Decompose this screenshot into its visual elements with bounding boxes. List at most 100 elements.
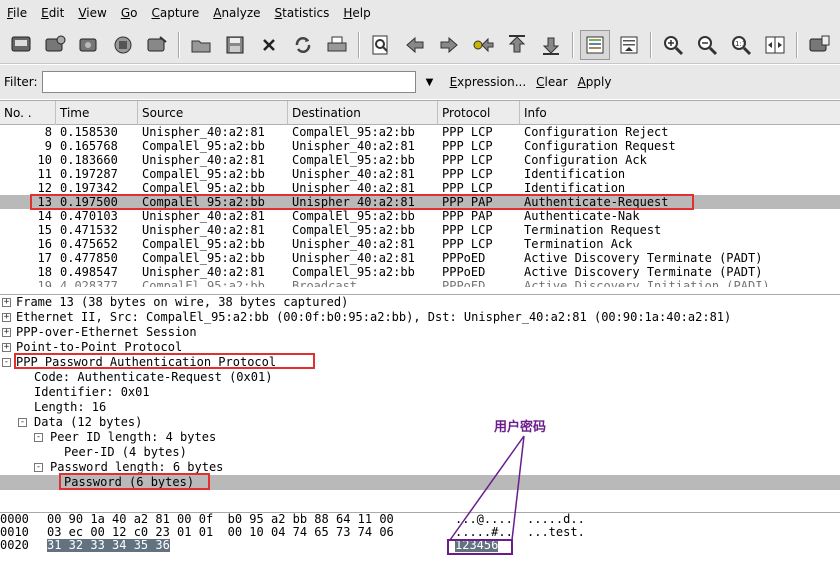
expression-button[interactable]: Expression... <box>450 75 527 89</box>
resize-columns-icon[interactable] <box>760 30 790 60</box>
packet-cell-info: Termination Request <box>524 223 662 237</box>
capture-options-icon[interactable] <box>40 30 70 60</box>
packet-cell-time: 0.470103 <box>60 209 118 223</box>
column-header-source[interactable]: Source <box>138 101 288 125</box>
find-icon[interactable] <box>366 30 396 60</box>
restart-capture-icon[interactable] <box>142 30 172 60</box>
packet-cell-src: Unispher_40:a2:81 <box>142 265 265 279</box>
packet-cell-no: 9 <box>44 139 52 153</box>
save-icon[interactable] <box>220 30 250 60</box>
packet-row[interactable]: 15 0.471532 Unispher_40:a2:81 CompalEl_95:a… <box>0 223 840 237</box>
open-icon[interactable] <box>186 30 216 60</box>
packet-row[interactable]: 11 0.197287 CompalEl_95:a2:bb Unispher_40:a… <box>0 167 840 181</box>
collapse-icon[interactable]: - <box>18 418 27 427</box>
detail-tree-row[interactable]: Peer-ID (4 bytes) <box>0 445 840 460</box>
detail-tree-row[interactable]: + Frame 13 (38 bytes on wire, 38 bytes ca… <box>0 295 840 310</box>
packet-cell-dst: Unispher_40:a2:81 <box>292 251 415 265</box>
back-icon[interactable] <box>400 30 430 60</box>
packet-cell-proto: PPP LCP <box>442 139 493 153</box>
packet-row[interactable]: 12 0.197342 CompalEl_95:a2:bb Unispher_40:a… <box>0 181 840 195</box>
packet-list-body: 8 0.158530 Unispher_40:a2:81 CompalEl_95:a2… <box>0 125 840 287</box>
detail-tree-row[interactable]: - Password length: 6 bytes <box>0 460 840 475</box>
expand-icon[interactable]: + <box>2 343 11 352</box>
packet-row[interactable]: 13 0.197500 CompalEl_95:a2:bb Unispher_40:a… <box>0 195 840 209</box>
hex-dump-row: 0020 31 32 33 34 35 36 123456 <box>0 539 840 552</box>
detail-tree-label: Identifier: 0x01 <box>34 385 150 399</box>
packet-row[interactable]: 8 0.158530 Unispher_40:a2:81 CompalEl_95:a2… <box>0 125 840 139</box>
packet-cell-no: 17 <box>37 251 52 265</box>
collapse-icon[interactable]: - <box>2 358 11 367</box>
packet-row[interactable]: 10 0.183660 Unispher_40:a2:81 CompalEl_95:a… <box>0 153 840 167</box>
packet-list[interactable]: No. . Time Source Destination Protocol I… <box>0 100 840 288</box>
menu-statistics[interactable]: Statistics <box>268 0 337 26</box>
colorize-icon[interactable] <box>580 29 610 60</box>
packet-details-tree[interactable]: + Frame 13 (38 bytes on wire, 38 bytes ca… <box>0 294 840 510</box>
filter-dropdown-icon[interactable]: ▼ <box>426 77 436 88</box>
detail-tree-row[interactable]: - Data (12 bytes) <box>0 415 840 430</box>
packet-row[interactable]: 19 4.028377 CompalEl_95:a2:bb Broadcast PPPo… <box>0 279 840 287</box>
collapse-icon[interactable]: - <box>34 433 43 442</box>
column-header-destination[interactable]: Destination <box>288 101 438 125</box>
packet-row[interactable]: 17 0.477850 CompalEl_95:a2:bb Unispher_40:a… <box>0 251 840 265</box>
menu-edit[interactable]: Edit <box>34 0 71 26</box>
menu-help[interactable]: Help <box>336 0 377 26</box>
expand-icon[interactable]: + <box>2 313 11 322</box>
expand-icon[interactable]: + <box>2 298 11 307</box>
column-header-protocol[interactable]: Protocol <box>438 101 520 125</box>
detail-tree-row[interactable]: Code: Authenticate-Request (0x01) <box>0 370 840 385</box>
go-last-icon[interactable] <box>536 30 566 60</box>
menu-file[interactable]: File <box>0 0 34 26</box>
go-to-icon[interactable] <box>468 30 498 60</box>
detail-tree-row[interactable]: Identifier: 0x01 <box>0 385 840 400</box>
forward-icon[interactable] <box>434 30 464 60</box>
autoscroll-icon[interactable] <box>614 30 644 60</box>
packet-cell-src: CompalEl_95:a2:bb <box>142 167 265 181</box>
packet-cell-time: 4.028377 <box>60 279 118 287</box>
toolbar-separator <box>650 31 652 58</box>
column-header-time[interactable]: Time <box>56 101 138 125</box>
detail-tree-row[interactable]: - PPP Password Authentication Protocol <box>0 355 840 370</box>
print-icon[interactable] <box>322 30 352 60</box>
apply-button[interactable]: Apply <box>578 75 612 89</box>
toolbar-separator <box>358 31 360 58</box>
reload-icon[interactable] <box>288 30 318 60</box>
detail-tree-row[interactable]: + PPP-over-Ethernet Session <box>0 325 840 340</box>
stop-capture-icon[interactable] <box>108 30 138 60</box>
detail-tree-label: Peer ID length: 4 bytes <box>50 430 217 444</box>
detail-tree-row[interactable]: + Ethernet II, Src: CompalEl_95:a2:bb (00… <box>0 310 840 325</box>
detail-tree-row[interactable]: Length: 16 <box>0 400 840 415</box>
menu-analyze[interactable]: Analyze <box>206 0 267 26</box>
go-first-icon[interactable] <box>502 30 532 60</box>
packet-row[interactable]: 14 0.470103 Unispher_40:a2:81 CompalEl_95:a… <box>0 209 840 223</box>
close-icon[interactable] <box>254 30 284 60</box>
detail-tree-label: Point-to-Point Protocol <box>16 340 183 354</box>
column-header-info[interactable]: Info <box>520 101 840 125</box>
expand-icon[interactable]: + <box>2 328 11 337</box>
interfaces-icon[interactable] <box>6 30 36 60</box>
packet-cell-info: Active Discovery Terminate (PADT) <box>524 265 763 279</box>
packet-cell-info: Active Discovery Terminate (PADT) <box>524 251 763 265</box>
packet-cell-dst: CompalEl_95:a2:bb <box>292 265 415 279</box>
capture-filters-icon[interactable] <box>804 30 834 60</box>
filter-input[interactable] <box>41 71 416 93</box>
detail-tree-row[interactable]: - Peer ID length: 4 bytes <box>0 430 840 445</box>
menu-go[interactable]: Go <box>114 0 145 26</box>
packet-row[interactable]: 18 0.498547 Unispher_40:a2:81 CompalEl_95:a… <box>0 265 840 279</box>
zoom-out-icon[interactable] <box>692 30 722 60</box>
menu-view[interactable]: View <box>71 0 113 26</box>
detail-tree-row[interactable]: Password (6 bytes) <box>0 475 840 490</box>
zoom-in-icon[interactable] <box>658 30 688 60</box>
menu-capture[interactable]: Capture <box>144 0 206 26</box>
packet-row[interactable]: 9 0.165768 CompalEl_95:a2:bb Unispher_40:a2… <box>0 139 840 153</box>
packet-bytes-pane[interactable]: 0000 00 90 1a 40 a2 81 00 0f b0 95 a2 bb … <box>0 512 840 565</box>
column-header-no[interactable]: No. . <box>0 101 56 125</box>
annotation-label: 用户密码 <box>494 420 547 435</box>
start-capture-icon[interactable] <box>74 30 104 60</box>
packet-cell-dst: Unispher_40:a2:81 <box>292 167 415 181</box>
packet-row[interactable]: 16 0.475652 CompalEl_95:a2:bb Unispher_40:a… <box>0 237 840 251</box>
zoom-normal-icon[interactable]: 1:1 <box>726 30 756 60</box>
clear-button[interactable]: Clear <box>536 75 567 89</box>
collapse-icon[interactable]: - <box>34 463 43 472</box>
packet-cell-no: 10 <box>37 153 52 167</box>
detail-tree-row[interactable]: + Point-to-Point Protocol <box>0 340 840 355</box>
